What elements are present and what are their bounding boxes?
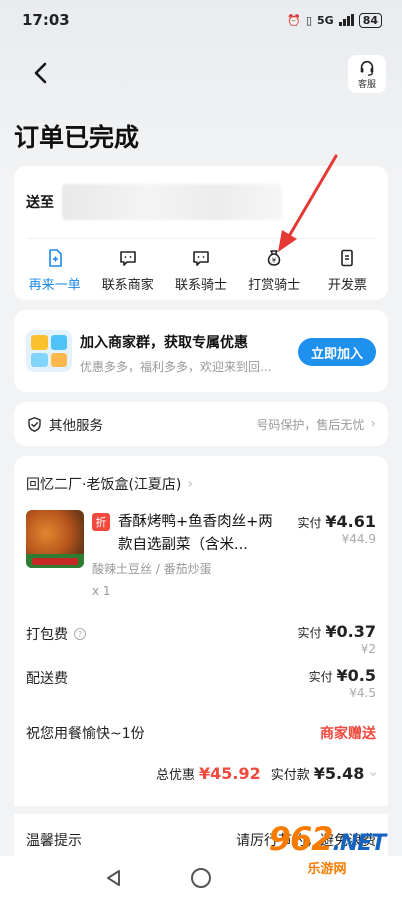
gift-label: 祝您用餐愉快~1份 bbox=[26, 726, 145, 742]
watermark-domain: .NET bbox=[332, 831, 386, 856]
packing-fee-text: 打包费 bbox=[26, 627, 68, 643]
nav-back-button[interactable] bbox=[104, 868, 124, 888]
watermark-number: 962 bbox=[268, 820, 334, 858]
paid-prefix: 实付 bbox=[297, 626, 322, 640]
original-price: ¥44.9 bbox=[341, 532, 376, 546]
dish-quantity: x 1 bbox=[92, 584, 111, 598]
signal-icon bbox=[338, 14, 354, 26]
shield-check-icon bbox=[28, 416, 41, 432]
chat-icon bbox=[119, 251, 136, 266]
status-bar: 17:03 ⏰ ▯ 5G 84 bbox=[0, 0, 402, 40]
action-label: 开发票 bbox=[327, 278, 367, 293]
action-label: 打赏骑士 bbox=[248, 278, 301, 293]
service-label: 客服 bbox=[357, 79, 376, 90]
status-icons: ⏰ ▯ 5G 84 bbox=[287, 12, 382, 28]
total-amount: ¥5.48 bbox=[313, 764, 365, 783]
store-link[interactable]: 回忆二厂·老饭盒(江夏店) › bbox=[26, 474, 193, 494]
order-details-card: 回忆二厂·老饭盒(江夏店) › 折 香酥烤鸭+鱼香肉丝+两款自选副菜（含米...… bbox=[14, 456, 388, 856]
paid-prefix: 实付 bbox=[308, 670, 333, 684]
paid-prefix: 实付 bbox=[297, 516, 322, 530]
network-label: 5G bbox=[317, 13, 334, 27]
nav-home-button[interactable] bbox=[191, 868, 211, 888]
site-watermark: 962.NET 乐游网 bbox=[258, 820, 396, 900]
help-icon[interactable]: ? bbox=[74, 628, 86, 640]
store-name: 回忆二厂·老饭盒(江夏店) bbox=[26, 477, 182, 493]
chevron-right-icon: › bbox=[370, 416, 376, 432]
original-price: ¥2 bbox=[360, 642, 376, 656]
address-label: 送至 bbox=[26, 195, 54, 211]
packing-fee-label: 打包费 ? bbox=[26, 624, 86, 644]
dish-image[interactable] bbox=[26, 510, 84, 568]
status-time: 17:03 bbox=[22, 11, 70, 29]
reorder-icon bbox=[48, 249, 62, 267]
address-redacted bbox=[62, 184, 282, 220]
divider bbox=[14, 806, 388, 814]
battery-icon: 84 bbox=[358, 12, 382, 28]
discount-label: 总优惠 bbox=[156, 768, 196, 783]
original-price: ¥4.5 bbox=[349, 686, 376, 700]
gift-value: 商家赠送 bbox=[320, 726, 376, 742]
promo-title: 加入商家群，获取专属优惠 bbox=[80, 335, 248, 351]
paid-amount: ¥0.5 bbox=[336, 666, 376, 685]
action-label: 联系骑士 bbox=[174, 278, 227, 293]
discount-tag: 折 bbox=[92, 513, 110, 531]
discount-amount: ¥45.92 bbox=[199, 764, 261, 783]
back-button[interactable] bbox=[26, 58, 56, 88]
annotation-arrow bbox=[278, 154, 338, 252]
join-now-button[interactable]: 立即加入 bbox=[298, 338, 376, 366]
paid-amount: ¥0.37 bbox=[325, 622, 376, 641]
dish-options: 酸辣土豆丝 / 番茄炒蛋 bbox=[92, 562, 212, 576]
watermark-site: 乐游网 bbox=[307, 862, 347, 877]
delivery-fee-price: 实付 ¥0.5 ¥4.5 bbox=[309, 666, 376, 700]
tip-label: 温馨提示 bbox=[26, 833, 82, 849]
svg-text:¥: ¥ bbox=[272, 257, 277, 265]
dish-price: 实付 ¥4.61 ¥44.9 bbox=[298, 512, 376, 546]
merchant-group-promo: 加入商家群，获取专属优惠 优惠多多，福利多多，欢迎来到回... 立即加入 bbox=[14, 310, 388, 392]
delivery-fee-label: 配送费 bbox=[26, 668, 68, 688]
packing-fee-price: 实付 ¥0.37 ¥2 bbox=[298, 622, 376, 656]
action-label: 联系商家 bbox=[101, 278, 154, 293]
action-label: 再来一单 bbox=[28, 278, 81, 293]
other-services-row[interactable]: 其他服务 号码保护，售后无忧 › bbox=[14, 402, 388, 446]
chat-icon bbox=[193, 251, 209, 266]
dish-name: 香酥烤鸭+鱼香肉丝+两款自选副菜（含米... bbox=[118, 514, 273, 553]
promo-thumbnail bbox=[26, 330, 72, 372]
reorder-button[interactable]: 再来一单 bbox=[20, 248, 90, 293]
vibrate-icon: ▯ bbox=[305, 13, 312, 27]
delivery-fee-text: 配送费 bbox=[26, 671, 68, 687]
page-title: 订单已完成 bbox=[14, 123, 140, 152]
customer-service-button[interactable]: 客服 bbox=[348, 55, 386, 93]
promo-subtitle: 优惠多多，福利多多，欢迎来到回... bbox=[80, 360, 272, 374]
total-label: 实付款 bbox=[270, 768, 310, 783]
chevron-left-icon bbox=[34, 62, 47, 84]
headset-icon bbox=[360, 60, 374, 76]
alarm-icon: ⏰ bbox=[287, 13, 301, 27]
order-summary[interactable]: 总优惠 ¥45.92 实付款 ¥5.48 › bbox=[156, 764, 381, 783]
contact-rider-button[interactable]: 联系骑士 bbox=[166, 248, 236, 293]
paid-amount: ¥4.61 bbox=[325, 512, 376, 531]
other-services-label: 其他服务 bbox=[49, 418, 103, 434]
address-row: 送至 bbox=[26, 184, 282, 220]
chevron-down-icon: › bbox=[365, 770, 382, 777]
other-services-hint: 号码保护，售后无忧 bbox=[256, 417, 365, 432]
contact-merchant-button[interactable]: 联系商家 bbox=[93, 248, 163, 293]
chevron-right-icon: › bbox=[187, 476, 193, 492]
